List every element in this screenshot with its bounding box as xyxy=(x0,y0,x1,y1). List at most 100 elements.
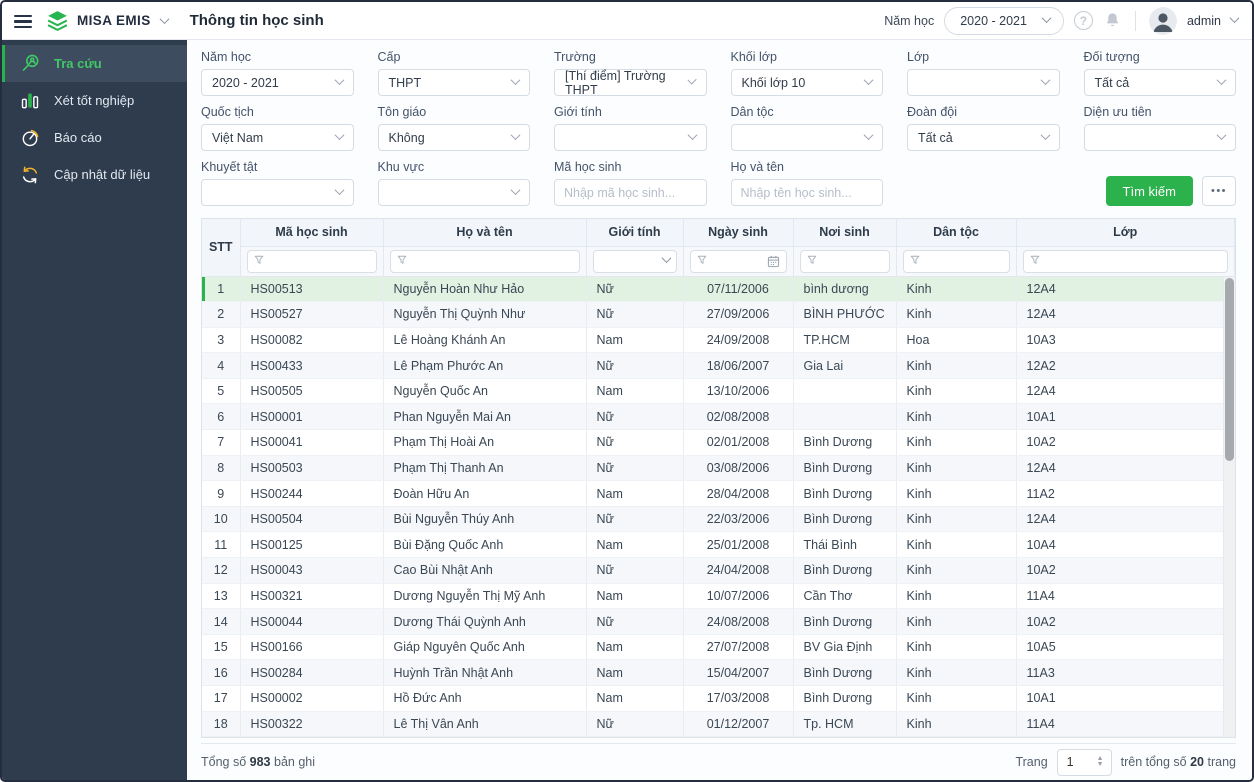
column-header[interactable]: Ngày sinh xyxy=(683,219,794,247)
cell-birthplace: TP.HCM xyxy=(793,327,897,354)
column-header[interactable]: Họ và tên xyxy=(383,219,587,247)
column-filter-input[interactable] xyxy=(246,249,377,273)
sidebar-item-label: Cập nhật dữ liệu xyxy=(54,167,151,182)
column-filter-date[interactable] xyxy=(689,249,787,273)
cap-select[interactable]: THPT xyxy=(377,69,530,96)
misa-emis-logo-icon xyxy=(45,8,70,33)
chevron-down-icon[interactable] xyxy=(1229,12,1240,23)
gioi-tinh-select[interactable] xyxy=(554,124,707,151)
column-filter-input[interactable] xyxy=(799,249,890,273)
table-row[interactable]: 10 HS00504 Bùi Nguyễn Thúy Anh Nữ 22/03/2006… xyxy=(202,506,1235,533)
help-icon[interactable]: ? xyxy=(1073,11,1093,30)
nam-hoc-select[interactable]: 2020 - 2021 xyxy=(201,69,354,96)
logo-text: MISA EMIS xyxy=(77,13,151,28)
quoc-tich-select[interactable]: Việt Nam xyxy=(201,124,354,151)
column-header[interactable]: STT xyxy=(202,219,241,277)
table-row[interactable]: 18 HS00322 Lê Thị Vân Anh Nữ 01/12/2007 Tp. H… xyxy=(202,711,1235,738)
cell-stt: 14 xyxy=(202,608,241,635)
page-input[interactable] xyxy=(1057,754,1090,770)
cell-gender: Nữ xyxy=(586,711,684,738)
cell-student-code: HS00041 xyxy=(240,429,384,456)
filter-label: Dân tộc xyxy=(730,105,774,119)
table-row[interactable]: 13 HS00321 Dương Nguyễn Thị Mỹ Anh Nam 10/07… xyxy=(202,583,1235,610)
column-header[interactable]: Dân tộc xyxy=(896,219,1017,247)
cell-student-code: HS00125 xyxy=(240,531,384,559)
table-row[interactable]: 5 HS00505 Nguyễn Quốc An Nam 13/10/2006 Kinh 1… xyxy=(202,378,1235,405)
cell-class: 10A1 xyxy=(1016,685,1235,712)
ma-hoc-sinh-input[interactable] xyxy=(554,179,707,206)
search-button[interactable]: Tìm kiếm xyxy=(1105,176,1193,206)
calendar-icon[interactable] xyxy=(767,255,780,268)
cell-stt: 17 xyxy=(202,685,241,712)
cell-birthplace: Bình Dương xyxy=(793,685,897,712)
table-row[interactable]: 12 HS00043 Cao Bùi Nhật Anh Nữ 24/04/2008 Bìn… xyxy=(202,557,1235,584)
cell-birthplace: Tp. HCM xyxy=(793,711,897,738)
cell-dob: 02/01/2008 xyxy=(683,429,794,456)
filter-khoi-lop: Khối lớp Khối lớp 10 xyxy=(730,50,883,96)
table-row[interactable]: 8 HS00503 Phạm Thị Thanh An Nữ 03/08/2006 Bìn… xyxy=(202,455,1235,482)
table-row[interactable]: 4 HS00433 Lê Phạm Phước An Nữ 18/06/2007 Gia … xyxy=(202,352,1235,379)
school-year-select[interactable]: 2020 - 2021 xyxy=(944,6,1064,35)
cell-dob: 10/07/2006 xyxy=(683,583,794,610)
cell-full-name: Bùi Nguyễn Thúy Anh xyxy=(383,506,587,533)
cell-gender: Nam xyxy=(586,531,684,559)
khoi-lop-select[interactable]: Khối lớp 10 xyxy=(730,69,883,96)
column-filter-select[interactable] xyxy=(592,249,677,273)
table-row[interactable]: 9 HS00244 Đoàn Hữu An Nam 28/04/2008 Bình Dươ… xyxy=(202,480,1235,507)
cell-class: 10A4 xyxy=(1016,531,1235,559)
cell-stt: 6 xyxy=(202,403,241,431)
table-row[interactable]: 11 HS00125 Bùi Đặng Quốc Anh Nam 25/01/2008 T… xyxy=(202,531,1235,559)
page-stepper[interactable]: ▲ ▼ xyxy=(1090,755,1111,768)
table-row[interactable]: 17 HS00002 Hồ Đức Anh Nam 17/03/2008 Bình Dươ… xyxy=(202,685,1235,712)
cell-stt: 5 xyxy=(202,378,241,405)
ton-giao-select[interactable]: Không xyxy=(377,124,530,151)
truong-select[interactable]: [Thí điểm] Trường THPT xyxy=(554,69,707,97)
column-filter-input[interactable] xyxy=(389,249,580,273)
filter-ma-hoc-sinh: Mã học sinh xyxy=(554,160,707,206)
chevron-down-icon[interactable] xyxy=(159,14,170,25)
vertical-scrollbar[interactable] xyxy=(1223,277,1235,738)
column-filter-cell xyxy=(240,246,384,277)
dien-uu-tien-select[interactable] xyxy=(1083,124,1236,151)
username[interactable]: admin xyxy=(1187,14,1221,28)
avatar[interactable] xyxy=(1148,6,1177,35)
sidebar-item-tra-cuu[interactable]: Tra cứu xyxy=(2,45,187,82)
scrollbar-thumb[interactable] xyxy=(1224,278,1234,461)
table-row[interactable]: 3 HS00082 Lê Hoàng Khánh An Nam 24/09/2008 TP… xyxy=(202,327,1235,354)
cell-student-code: HS00322 xyxy=(240,711,384,738)
doi-tuong-select[interactable]: Tất cả xyxy=(1083,69,1236,96)
table-row[interactable]: 6 HS00001 Phan Nguyễn Mai An Nữ 02/08/2008 Ki… xyxy=(202,403,1235,431)
cell-student-code: HS00166 xyxy=(240,634,384,661)
sidebar-item-cap-nhat-du-lieu[interactable]: Cập nhật dữ liệu xyxy=(2,156,187,193)
table-row[interactable]: 7 HS00041 Phạm Thị Hoài An Nữ 02/01/2008 Bình… xyxy=(202,429,1235,456)
sidebar-item-xet-tot-nghiep[interactable]: Xét tốt nghiệp xyxy=(2,82,187,119)
khuyet-tat-select[interactable] xyxy=(201,179,354,206)
column-header[interactable]: Giới tính xyxy=(586,219,684,247)
students-table: STT Mã học sinh Họ và tên Giới tính Ngày sin… xyxy=(201,218,1236,739)
dan-toc-select[interactable] xyxy=(730,124,883,151)
cell-student-code: HS00433 xyxy=(240,352,384,379)
column-header[interactable]: Lớp xyxy=(1016,219,1235,247)
table-row[interactable]: 15 HS00166 Giáp Nguyên Quốc Anh Nam 27/07/20… xyxy=(202,634,1235,661)
cell-ethnicity: Kinh xyxy=(896,659,1017,686)
sidebar-item-bao-cao[interactable]: Báo cáo xyxy=(2,119,187,156)
lop-select[interactable] xyxy=(907,69,1060,96)
column-filter-input[interactable] xyxy=(1022,249,1228,273)
doan-doi-select[interactable]: Tất cả xyxy=(907,124,1060,151)
table-row[interactable]: 14 HS00044 Dương Thái Quỳnh Anh Nữ 24/08/200… xyxy=(202,608,1235,635)
column-header[interactable]: Mã học sinh xyxy=(240,219,384,247)
cell-student-code: HS00505 xyxy=(240,378,384,405)
column-filter-input[interactable] xyxy=(902,249,1010,273)
more-options-button[interactable]: ••• xyxy=(1202,176,1236,206)
ho-va-ten-input[interactable] xyxy=(730,179,883,206)
cell-class: 12A4 xyxy=(1016,455,1235,482)
bell-icon[interactable] xyxy=(1103,11,1122,30)
table-row[interactable]: 1 HS00513 Nguyễn Hoàn Như Hảo Nữ 07/11/2006 b… xyxy=(202,276,1235,303)
cell-class: 10A2 xyxy=(1016,557,1235,584)
table-row[interactable]: 16 HS00284 Huỳnh Trần Nhật Anh Nam 15/04/200… xyxy=(202,659,1235,686)
cell-class: 12A4 xyxy=(1016,276,1235,303)
table-row[interactable]: 2 HS00527 Nguyễn Thị Quỳnh Như Nữ 27/09/2006… xyxy=(202,301,1235,328)
hamburger-menu-icon[interactable] xyxy=(14,12,32,32)
khu-vuc-select[interactable] xyxy=(377,179,530,206)
column-header[interactable]: Nơi sinh xyxy=(793,219,897,247)
